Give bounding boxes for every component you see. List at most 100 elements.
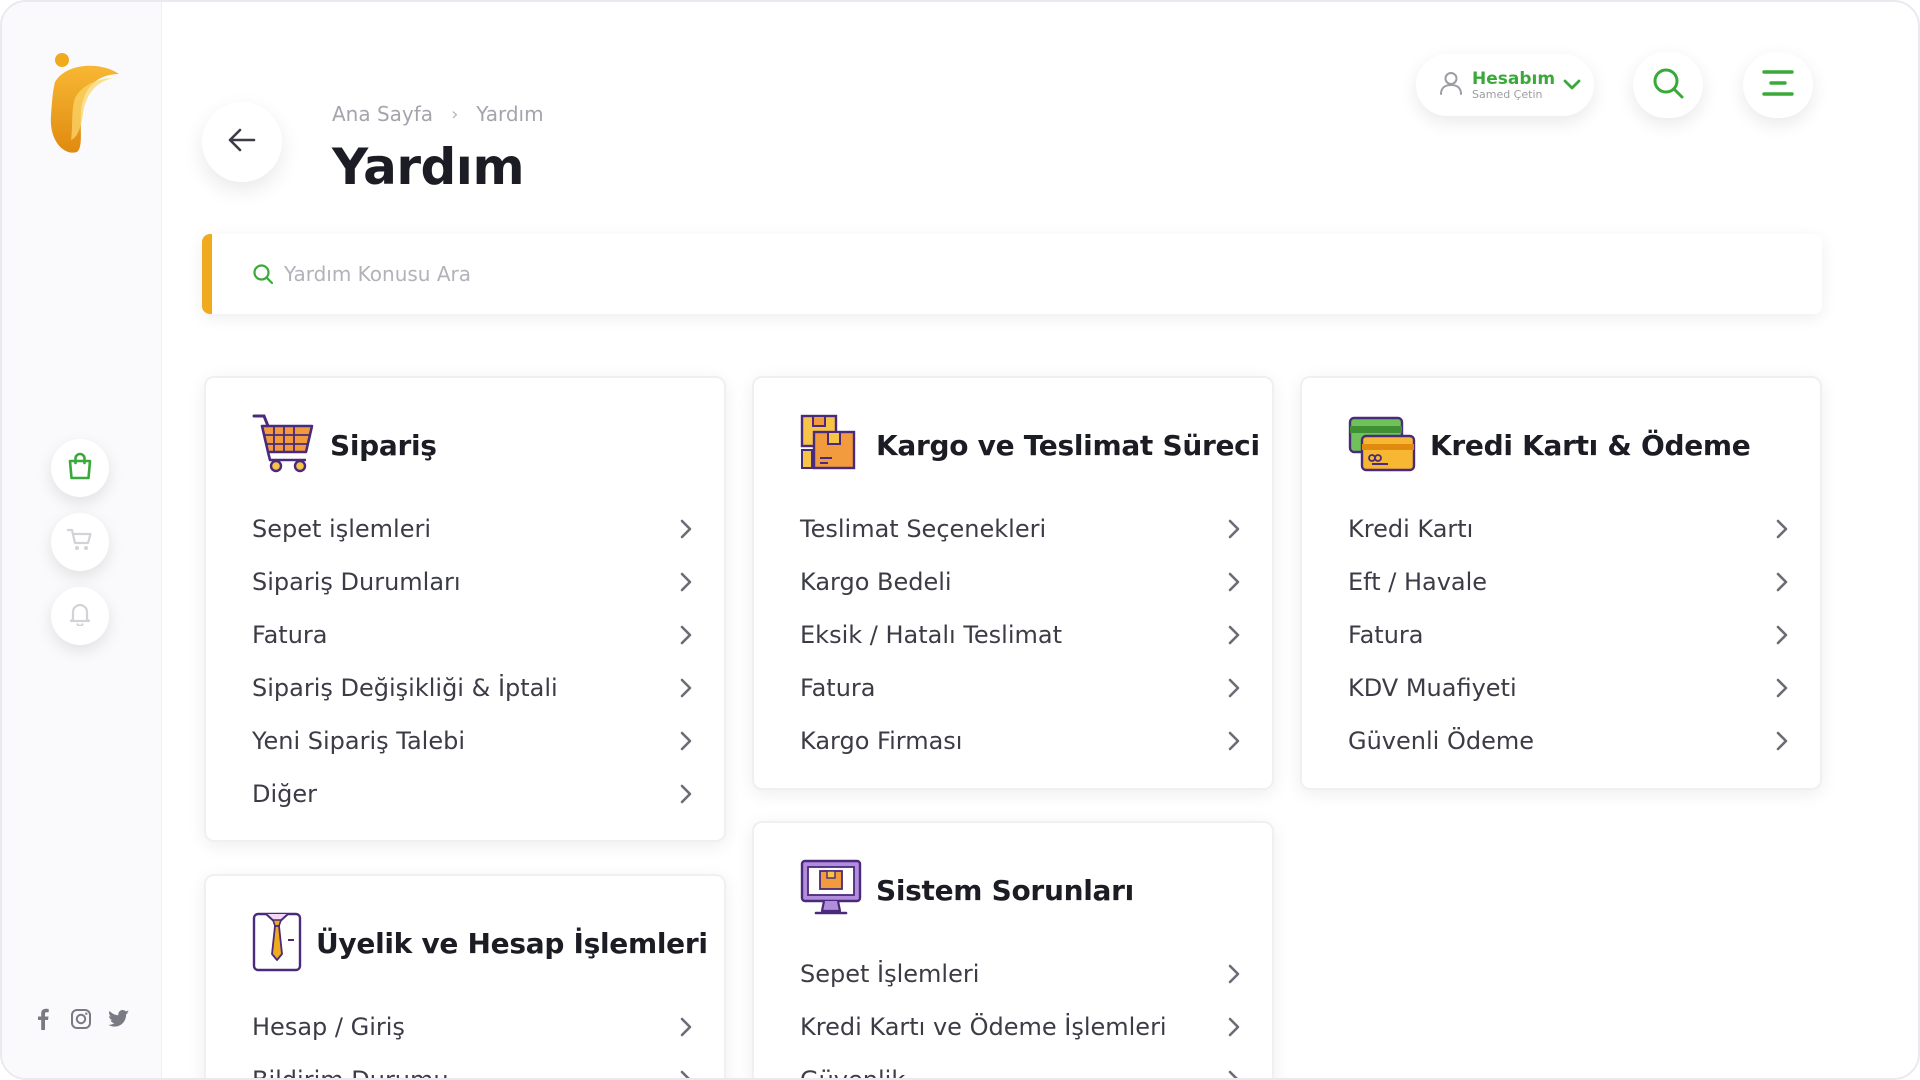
chevron-right-icon xyxy=(1228,678,1240,698)
package-boxes-icon xyxy=(800,412,862,478)
card-title: Kredi Kartı & Ödeme xyxy=(1430,428,1751,462)
account-menu-button[interactable]: Hesabım Samed Çetin xyxy=(1416,54,1594,116)
sidebar xyxy=(2,2,162,1078)
brand-logo[interactable] xyxy=(47,52,122,157)
chevron-right-icon xyxy=(1776,625,1788,645)
help-card-uyelik: Üyelik ve Hesap İşlemleri Hesap / Giriş … xyxy=(204,874,726,1080)
help-topic-item[interactable]: Güvenlik xyxy=(800,1053,1240,1080)
search-icon xyxy=(1651,66,1685,104)
help-search-input[interactable] xyxy=(284,262,1684,286)
computer-icon xyxy=(800,857,862,923)
chevron-right-icon xyxy=(1228,572,1240,592)
help-topic-item[interactable]: Güvenli Ödeme xyxy=(1348,714,1788,767)
instagram-icon[interactable] xyxy=(70,1008,92,1030)
search-button[interactable] xyxy=(1633,52,1703,118)
help-topic-item[interactable]: Yeni Sipariş Talebi xyxy=(252,714,692,767)
help-topic-label: Fatura xyxy=(800,673,876,702)
help-topic-label: Kredi Kartı ve Ödeme İşlemleri xyxy=(800,1012,1167,1041)
menu-button[interactable] xyxy=(1743,52,1813,118)
help-card-siparis: Sipariş Sepet işlemleri Sipariş Durumlar… xyxy=(204,376,726,842)
account-user-name: Samed Çetin xyxy=(1472,87,1543,101)
back-button[interactable] xyxy=(202,102,282,182)
help-topic-label: Sipariş Durumları xyxy=(252,567,461,596)
credit-cards-icon xyxy=(1348,412,1416,478)
help-topic-item[interactable]: Kredi Kartı ve Ödeme İşlemleri xyxy=(800,1000,1240,1053)
arrow-left-icon xyxy=(228,128,256,156)
breadcrumb-separator: › xyxy=(451,103,459,125)
chevron-right-icon xyxy=(1228,731,1240,751)
help-topic-label: Fatura xyxy=(1348,620,1424,649)
help-topic-item[interactable]: Sepet işlemleri xyxy=(252,502,692,555)
cart-button[interactable] xyxy=(51,513,109,571)
chevron-right-icon xyxy=(1228,1070,1240,1078)
help-topic-label: Yeni Sipariş Talebi xyxy=(252,726,465,755)
bell-icon xyxy=(69,602,91,630)
help-topic-item[interactable]: Fatura xyxy=(252,608,692,661)
help-topic-list: Sepet işlemleri Sipariş Durumları Fatura… xyxy=(252,502,692,820)
help-topic-label: Sepet İşlemleri xyxy=(800,959,980,988)
help-card-kredi-karti: Kredi Kartı & Ödeme Kredi Kartı Eft / Ha… xyxy=(1300,376,1822,790)
help-topic-label: Kredi Kartı xyxy=(1348,514,1474,543)
chevron-right-icon xyxy=(680,784,692,804)
chevron-right-icon xyxy=(1228,1017,1240,1037)
chevron-right-icon xyxy=(1228,625,1240,645)
help-topic-item[interactable]: Sipariş Değişikliği & İptali xyxy=(252,661,692,714)
help-topic-label: Kargo Firması xyxy=(800,726,963,755)
help-topic-item[interactable]: Diğer xyxy=(252,767,692,820)
cart-icon xyxy=(66,528,93,556)
card-title: Sistem Sorunları xyxy=(876,873,1134,907)
account-title: Hesabım xyxy=(1472,68,1556,89)
social-links xyxy=(32,1008,130,1030)
chevron-right-icon xyxy=(680,678,692,698)
help-card-kargo: Kargo ve Teslimat Süreci Teslimat Seçene… xyxy=(752,376,1274,790)
help-topic-item[interactable]: Fatura xyxy=(800,661,1240,714)
help-topic-item[interactable]: Eft / Havale xyxy=(1348,555,1788,608)
help-topic-item[interactable]: Teslimat Seçenekleri xyxy=(800,502,1240,555)
chevron-right-icon xyxy=(1228,519,1240,539)
app-window: Ana Sayfa › Yardım Yardım Hesabım Samed … xyxy=(0,0,1920,1080)
help-topic-list: Teslimat Seçenekleri Kargo Bedeli Eksik … xyxy=(800,502,1240,767)
help-topic-label: Güvenli Ödeme xyxy=(1348,726,1534,755)
card-title: Sipariş xyxy=(330,428,437,462)
help-topic-label: Kargo Bedeli xyxy=(800,567,952,596)
help-search-bar xyxy=(202,234,1822,314)
help-topic-label: Sepet işlemleri xyxy=(252,514,431,543)
chevron-right-icon xyxy=(680,1070,692,1078)
help-topic-label: KDV Muafiyeti xyxy=(1348,673,1517,702)
chevron-right-icon xyxy=(680,625,692,645)
help-topic-label: Sipariş Değişikliği & İptali xyxy=(252,673,558,702)
notifications-button[interactable] xyxy=(51,587,109,645)
help-topic-label: Fatura xyxy=(252,620,328,649)
search-accent-bar xyxy=(202,234,212,314)
chevron-right-icon xyxy=(1228,964,1240,984)
help-topic-list: Kredi Kartı Eft / Havale Fatura KDV Muaf… xyxy=(1348,502,1788,767)
bag-button[interactable] xyxy=(51,439,109,497)
help-topic-item[interactable]: Bildirim Durumu xyxy=(252,1053,692,1080)
chevron-right-icon xyxy=(680,731,692,751)
help-topic-item[interactable]: Sipariş Durumları xyxy=(252,555,692,608)
facebook-icon[interactable] xyxy=(32,1008,54,1030)
help-topic-item[interactable]: Sepet İşlemleri xyxy=(800,947,1240,1000)
help-topic-label: Bildirim Durumu xyxy=(252,1065,449,1080)
twitter-icon[interactable] xyxy=(108,1008,130,1030)
help-topic-list: Hesap / Giriş Bildirim Durumu xyxy=(252,1000,692,1080)
help-topic-item[interactable]: Eksik / Hatalı Teslimat xyxy=(800,608,1240,661)
chevron-right-icon xyxy=(1776,519,1788,539)
help-topic-item[interactable]: KDV Muafiyeti xyxy=(1348,661,1788,714)
help-topic-label: Güvenlik xyxy=(800,1065,906,1080)
help-topic-label: Hesap / Giriş xyxy=(252,1012,405,1041)
chevron-right-icon xyxy=(1776,678,1788,698)
chevron-right-icon xyxy=(680,519,692,539)
shirt-tie-icon xyxy=(252,910,302,976)
help-topic-item[interactable]: Fatura xyxy=(1348,608,1788,661)
user-icon xyxy=(1438,70,1464,100)
help-topic-item[interactable]: Hesap / Giriş xyxy=(252,1000,692,1053)
help-topic-list: Sepet İşlemleri Kredi Kartı ve Ödeme İşl… xyxy=(800,947,1240,1080)
chevron-right-icon xyxy=(680,1017,692,1037)
help-topic-label: Eft / Havale xyxy=(1348,567,1488,596)
help-topic-item[interactable]: Kargo Firması xyxy=(800,714,1240,767)
help-topic-item[interactable]: Kredi Kartı xyxy=(1348,502,1788,555)
breadcrumb-home-link[interactable]: Ana Sayfa xyxy=(332,102,433,126)
help-topic-item[interactable]: Kargo Bedeli xyxy=(800,555,1240,608)
chevron-right-icon xyxy=(1776,731,1788,751)
